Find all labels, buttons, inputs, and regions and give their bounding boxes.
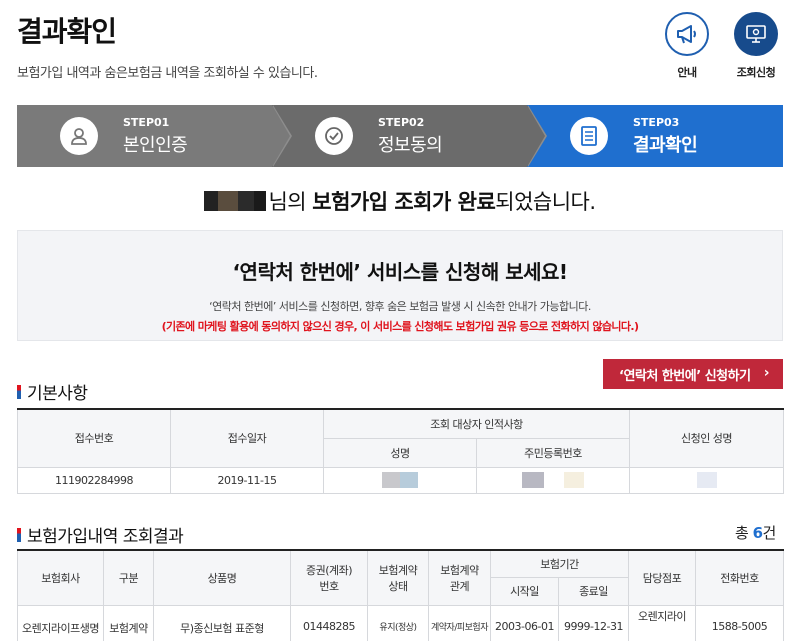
chevron-right-icon: › (763, 365, 770, 381)
policy-no: 01448285 (290, 604, 368, 641)
header-product: 상품명 (153, 549, 291, 606)
contact-apply-button[interactable]: ‘연락처 한번에’ 신청하기 › (603, 359, 783, 389)
header-name: 성명 (323, 437, 477, 468)
step-2: STEP02 정보동의 (272, 105, 547, 167)
guide-label: 안내 (677, 66, 697, 79)
inquiry-request-button[interactable]: 조회신청 (733, 12, 779, 80)
step-indicator: STEP01 본인인증 STEP02 정보동의 STEP03 결과확인 (17, 105, 783, 167)
monitor-icon (734, 12, 778, 56)
insurance-result-table: 보험회사 구분 상품명 증권(계좌) 번호 보험계약 상태 보험계약 관계 보험기간 … (17, 549, 785, 641)
header-phone: 전화번호 (695, 549, 785, 606)
branch: 오렌지라이 (628, 604, 697, 641)
promo-warning: (기존에 마케팅 활용에 동의하지 않으신 경우, 이 서비스를 신청해도 보험… (161, 320, 639, 333)
header-company: 보험회사 (17, 549, 104, 606)
inquiry-request-label: 조회신청 (736, 66, 776, 79)
page-title: 결과확인 (17, 15, 117, 48)
user-icon (60, 117, 98, 155)
header-target-info: 조회 대상자 인적사항 (322, 408, 631, 439)
end-date: 9999-12-31 (557, 604, 630, 641)
contact-service-promo: ‘연락처 한번에’ 서비스를 신청해 보세요! ‘연락처 한번에’ 서비스를 신… (17, 230, 783, 341)
basic-info-table: 접수번호 접수일자 조회 대상자 인적사항 신청인 성명 성명 주민등록번호 1… (17, 408, 785, 494)
header-contract-status: 보험계약 상태 (367, 549, 429, 606)
receipt-no: 111902284998 (17, 466, 171, 494)
contract-status: 유지(정상) (367, 604, 429, 641)
product: 무)종신보험 표준형 (153, 604, 291, 641)
header-applicant-name: 신청인 성명 (629, 408, 785, 468)
header-resident-no: 주민등록번호 (475, 437, 631, 468)
step-3: STEP03 결과확인 (527, 105, 783, 167)
section-bar-icon (17, 527, 21, 542)
promo-description: ‘연락처 한번에’ 서비스를 신청하면, 향후 숨은 보험금 발생 시 신속한 … (209, 300, 591, 313)
insurance-result-title: 보험가입내역 조회결과 (17, 522, 184, 547)
total-count: 총 6건 (735, 524, 776, 542)
step-2-name: 정보동의 (378, 134, 443, 156)
receipt-date: 2019-11-15 (170, 466, 324, 494)
table-row: 111902284998 2019-11-15 (17, 466, 785, 494)
step-1: STEP01 본인인증 (17, 105, 292, 167)
guide-button[interactable]: 안내 (664, 12, 710, 80)
step-1-number: STEP01 (123, 115, 170, 129)
masked-name (323, 466, 477, 494)
header-receipt-no: 접수번호 (17, 408, 171, 468)
header-receipt-date: 접수일자 (170, 408, 324, 468)
header-policy-no: 증권(계좌) 번호 (290, 549, 368, 606)
step-3-name: 결과확인 (633, 134, 698, 156)
check-circle-icon (315, 117, 353, 155)
masked-applicant (629, 466, 785, 494)
start-date: 2003-06-01 (490, 604, 559, 641)
header-start-date: 시작일 (490, 577, 559, 606)
completion-message: 님의 보험가입 조회가 완료되었습니다. (0, 186, 800, 216)
document-icon (570, 117, 608, 155)
basic-info-title: 기본사항 (17, 379, 88, 404)
step-1-name: 본인인증 (123, 134, 188, 156)
header-contract-relation: 보험계약 관계 (428, 549, 491, 606)
step-2-number: STEP02 (378, 115, 425, 129)
masked-user-name (204, 191, 267, 211)
company: 오렌지라이프생명 (17, 604, 104, 641)
phone: 1588-5005 (695, 604, 785, 641)
promo-title: ‘연락처 한번에’ 서비스를 신청해 보세요! (232, 260, 568, 284)
section-bar-icon (17, 384, 21, 399)
masked-resident-no (475, 466, 631, 494)
header-period: 보험기간 (489, 549, 630, 578)
step-3-number: STEP03 (633, 115, 680, 129)
table-row: 오렌지라이프생명 보험계약 무)종신보험 표준형 01448285 유지(정상)… (17, 604, 785, 641)
header-category: 구분 (103, 549, 154, 606)
contract-relation: 계약자/피보험자 (428, 604, 491, 641)
category: 보험계약 (103, 604, 154, 641)
page-description: 보험가입 내역과 숨은보험금 내역을 조회하실 수 있습니다. (17, 66, 318, 81)
header-branch: 담당점포 (628, 549, 697, 606)
megaphone-icon (665, 12, 709, 56)
header-end-date: 종료일 (557, 577, 630, 606)
